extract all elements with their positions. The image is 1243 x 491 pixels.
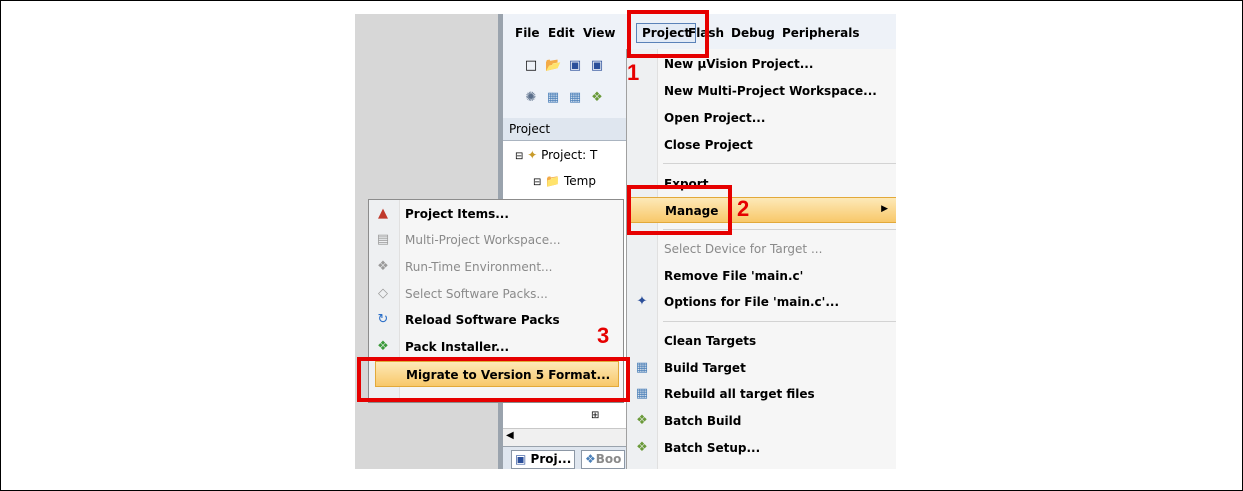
submenu-item-select-packs[interactable]: ◇ Select Software Packs...	[369, 281, 623, 307]
tree-node-expand[interactable]: ⊞	[591, 410, 599, 421]
batch-toolbar-icon[interactable]: ❖	[589, 90, 605, 106]
new-file-icon[interactable]: □	[523, 58, 539, 74]
callout-box-manage	[627, 185, 732, 235]
project-panel-header: Project	[503, 118, 633, 141]
callout-number-1: 1	[627, 60, 640, 85]
menu-item-label: New Multi-Project Workspace...	[664, 84, 877, 98]
submenu-arrow-icon: ▶	[881, 204, 888, 214]
menu-item-label: Batch Build	[664, 414, 742, 428]
callout-box-project-menu	[627, 10, 709, 58]
menu-separator	[663, 321, 896, 322]
horizontal-scrollbar[interactable]: ◀	[503, 428, 633, 446]
submenu-item-label: Project Items...	[405, 207, 509, 221]
menu-item-options-file[interactable]: ✦ Options for File 'main.c'...	[627, 289, 896, 315]
menu-debug[interactable]: Debug	[731, 26, 775, 40]
build-toolbar-icon[interactable]: ▦	[545, 90, 561, 106]
submenu-item-rte[interactable]: ❖ Run-Time Environment...	[369, 254, 623, 280]
rebuild-toolbar-icon[interactable]: ▦	[567, 90, 583, 106]
options-wand-icon: ✦	[636, 294, 648, 309]
callout-box-migrate	[357, 357, 630, 402]
menu-item-build-target[interactable]: ▦ Build Target	[627, 355, 896, 381]
menu-item-label: New µVision Project...	[664, 57, 814, 71]
batch-build-icon: ❖	[636, 413, 648, 428]
tab-project[interactable]: ▣ Proj...	[511, 450, 576, 469]
menu-edit[interactable]: Edit	[548, 26, 575, 40]
menu-item-label: Remove File 'main.c'	[664, 269, 804, 283]
menu-item-label: Select Device for Target ...	[664, 242, 823, 256]
project-panel-title: Project	[509, 122, 551, 136]
build-icon: ▦	[635, 360, 649, 375]
rebuild-icon: ▦	[635, 386, 649, 401]
tree-node-project[interactable]: ⊟ ✦ Project: T	[515, 148, 597, 162]
submenu-item-label: Reload Software Packs	[405, 313, 560, 327]
menu-peripherals[interactable]: Peripherals	[782, 26, 860, 40]
toolbar-file: □ 📂 ▣ ▣	[511, 54, 641, 78]
translate-icon[interactable]: ✺	[523, 90, 539, 106]
books-tab-icon: ❖	[585, 452, 596, 466]
menu-item-clean-targets[interactable]: Clean Targets	[627, 328, 896, 354]
tree-project-label: Project: T	[541, 148, 598, 162]
menu-item-rebuild-all[interactable]: ▦ Rebuild all target files	[627, 381, 896, 407]
submenu-item-label: Pack Installer...	[405, 340, 510, 354]
open-folder-icon[interactable]: 📂	[545, 58, 561, 74]
menu-item-batch-setup[interactable]: ❖ Batch Setup...	[627, 435, 896, 461]
collapse-icon[interactable]: ⊟	[533, 177, 541, 188]
menu-item-remove-file[interactable]: Remove File 'main.c'	[627, 263, 896, 289]
reload-icon: ↻	[377, 312, 389, 327]
project-tab-icon: ▣	[515, 452, 527, 466]
toolbar-build: ✺ ▦ ▦ ❖	[511, 86, 641, 110]
menu-item-label: Clean Targets	[664, 334, 757, 348]
menu-item-new-workspace[interactable]: New Multi-Project Workspace...	[627, 78, 896, 104]
menu-separator	[663, 163, 896, 164]
submenu-item-project-items[interactable]: ▲ Project Items...	[369, 201, 623, 227]
menu-item-label: Open Project...	[664, 111, 766, 125]
rte-icon: ❖	[377, 259, 389, 274]
folder-icon: 📁	[545, 174, 561, 188]
save-all-icon[interactable]: ▣	[589, 58, 605, 74]
project-items-icon: ▲	[378, 206, 388, 221]
workspace-icon: ▤	[376, 232, 390, 247]
menu-item-label: Build Target	[664, 361, 746, 375]
tab-books-label: Boo	[595, 452, 622, 466]
menu-item-label: Rebuild all target files	[664, 387, 815, 401]
batch-setup-icon: ❖	[636, 440, 648, 455]
menu-item-label: Batch Setup...	[664, 441, 761, 455]
scroll-left-icon[interactable]: ◀	[506, 430, 514, 441]
callout-number-3: 3	[597, 323, 610, 348]
pack-installer-icon: ❖	[377, 339, 389, 354]
submenu-item-label: Multi-Project Workspace...	[405, 233, 561, 247]
menu-view[interactable]: View	[583, 26, 615, 40]
submenu-item-workspace[interactable]: ▤ Multi-Project Workspace...	[369, 227, 623, 253]
project-icon: ✦	[527, 148, 538, 162]
menu-item-select-device[interactable]: Select Device for Target ...	[627, 236, 896, 262]
tab-books[interactable]: ❖Boo	[581, 450, 626, 469]
tree-node-target[interactable]: ⊟ 📁 Temp	[533, 174, 596, 188]
menu-item-label: Options for File 'main.c'...	[664, 295, 840, 309]
submenu-item-reload-packs[interactable]: ↻ Reload Software Packs	[369, 307, 623, 333]
submenu-item-label: Run-Time Environment...	[405, 260, 553, 274]
tab-project-label: Proj...	[530, 452, 572, 466]
collapse-icon[interactable]: ⊟	[515, 151, 523, 162]
submenu-item-label: Select Software Packs...	[405, 287, 548, 301]
callout-number-2: 2	[737, 196, 750, 221]
save-icon[interactable]: ▣	[567, 58, 583, 74]
project-tabs: ▣ Proj... ❖Boo	[503, 446, 633, 469]
project-menu: New µVision Project... New Multi-Project…	[626, 49, 896, 469]
packs-icon: ◇	[378, 286, 388, 301]
menu-item-label: Close Project	[664, 138, 753, 152]
menu-item-open-project[interactable]: Open Project...	[627, 105, 896, 131]
menu-item-batch-build[interactable]: ❖ Batch Build	[627, 408, 896, 434]
menu-item-close-project[interactable]: Close Project	[627, 132, 896, 158]
menu-file[interactable]: File	[515, 26, 540, 40]
tree-target-label: Temp	[564, 174, 596, 188]
